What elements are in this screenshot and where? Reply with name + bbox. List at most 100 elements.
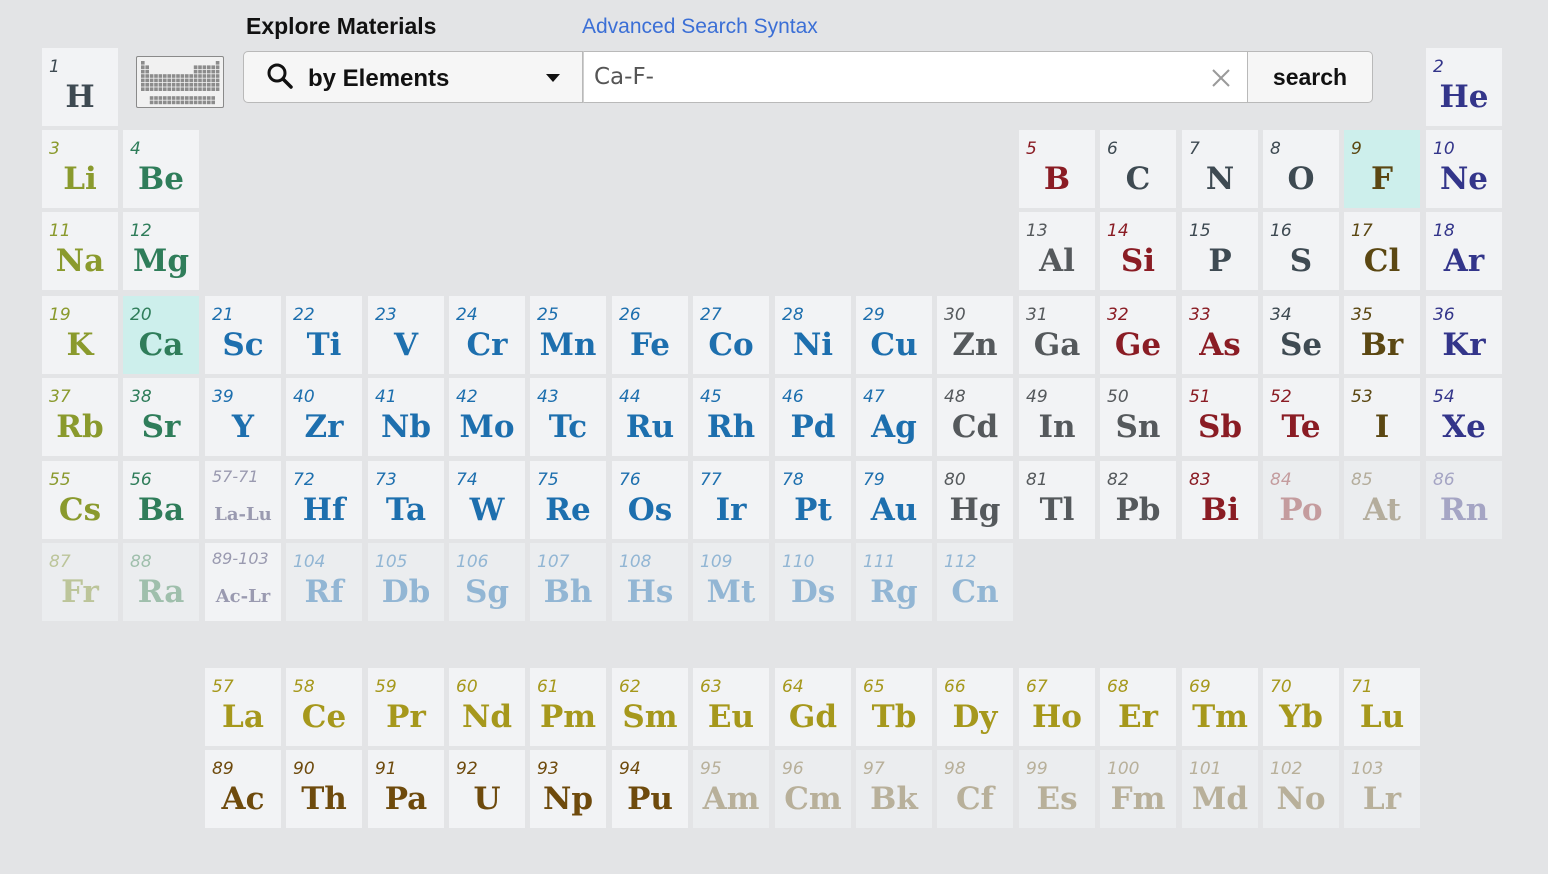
element-cell-lr[interactable]: 103 Lr xyxy=(1344,750,1420,828)
element-cell-br[interactable]: 35 Br xyxy=(1344,296,1420,374)
element-cell-bh[interactable]: 107 Bh xyxy=(530,543,606,621)
element-cell-zn[interactable]: 30 Zn xyxy=(937,296,1013,374)
element-cell-in[interactable]: 49 In xyxy=(1019,378,1095,456)
element-cell-se[interactable]: 34 Se xyxy=(1263,296,1339,374)
element-cell-md[interactable]: 101 Md xyxy=(1182,750,1258,828)
element-cell-er[interactable]: 68 Er xyxy=(1100,668,1176,746)
element-cell-fr[interactable]: 87 Fr xyxy=(42,543,118,621)
element-cell-ba[interactable]: 56 Ba xyxy=(123,461,199,539)
element-cell-b[interactable]: 5B xyxy=(1019,130,1095,208)
element-cell-es[interactable]: 99 Es xyxy=(1019,750,1095,828)
element-cell-pd[interactable]: 46 Pd xyxy=(775,378,851,456)
element-cell-ni[interactable]: 28 Ni xyxy=(775,296,851,374)
element-cell-rb[interactable]: 37 Rb xyxy=(42,378,118,456)
element-cell-i[interactable]: 53 I xyxy=(1344,378,1420,456)
element-cell-la-lu[interactable]: 57-71 La-Lu xyxy=(205,461,281,539)
element-cell-ho[interactable]: 67 Ho xyxy=(1019,668,1095,746)
element-cell-ac-lr[interactable]: 89-103 Ac-Lr xyxy=(205,543,281,621)
element-cell-he[interactable]: 2 He xyxy=(1426,48,1502,126)
element-cell-rg[interactable]: 111 Rg xyxy=(856,543,932,621)
element-cell-ge[interactable]: 32 Ge xyxy=(1100,296,1176,374)
element-cell-li[interactable]: 3 Li xyxy=(42,130,118,208)
element-cell-lu[interactable]: 71 Lu xyxy=(1344,668,1420,746)
element-cell-re[interactable]: 75 Re xyxy=(530,461,606,539)
element-cell-pu[interactable]: 94 Pu xyxy=(612,750,688,828)
element-cell-ac[interactable]: 89 Ac xyxy=(205,750,281,828)
element-cell-f[interactable]: 9F xyxy=(1344,130,1420,208)
element-cell-ag[interactable]: 47 Ag xyxy=(856,378,932,456)
element-cell-mt[interactable]: 109 Mt xyxy=(693,543,769,621)
element-cell-ta[interactable]: 73 Ta xyxy=(368,461,444,539)
element-cell-te[interactable]: 52 Te xyxy=(1263,378,1339,456)
element-cell-nb[interactable]: 41 Nb xyxy=(368,378,444,456)
element-cell-sr[interactable]: 38 Sr xyxy=(123,378,199,456)
element-cell-rh[interactable]: 45 Rh xyxy=(693,378,769,456)
element-cell-fe[interactable]: 26 Fe xyxy=(612,296,688,374)
element-cell-k[interactable]: 19 K xyxy=(42,296,118,374)
element-cell-gd[interactable]: 64 Gd xyxy=(775,668,851,746)
element-cell-nd[interactable]: 60 Nd xyxy=(449,668,525,746)
element-cell-na[interactable]: 11 Na xyxy=(42,212,118,290)
element-cell-mg[interactable]: 12 Mg xyxy=(123,212,199,290)
element-cell-cn[interactable]: 112 Cn xyxy=(937,543,1013,621)
element-cell-hs[interactable]: 108 Hs xyxy=(612,543,688,621)
element-cell-ti[interactable]: 22 Ti xyxy=(286,296,362,374)
element-cell-s[interactable]: 16 S xyxy=(1263,212,1339,290)
element-cell-au[interactable]: 79 Au xyxy=(856,461,932,539)
element-cell-ga[interactable]: 31 Ga xyxy=(1019,296,1095,374)
element-cell-pb[interactable]: 82 Pb xyxy=(1100,461,1176,539)
element-cell-tl[interactable]: 81 Tl xyxy=(1019,461,1095,539)
element-cell-yb[interactable]: 70 Yb xyxy=(1263,668,1339,746)
element-cell-os[interactable]: 76 Os xyxy=(612,461,688,539)
element-cell-at[interactable]: 85 At xyxy=(1344,461,1420,539)
element-cell-np[interactable]: 93 Np xyxy=(530,750,606,828)
element-cell-dy[interactable]: 66 Dy xyxy=(937,668,1013,746)
element-cell-p[interactable]: 15 P xyxy=(1182,212,1258,290)
element-cell-as[interactable]: 33 As xyxy=(1182,296,1258,374)
element-cell-fm[interactable]: 100 Fm xyxy=(1100,750,1176,828)
element-cell-o[interactable]: 8O xyxy=(1263,130,1339,208)
element-cell-co[interactable]: 27 Co xyxy=(693,296,769,374)
element-cell-sb[interactable]: 51 Sb xyxy=(1182,378,1258,456)
element-cell-eu[interactable]: 63 Eu xyxy=(693,668,769,746)
element-cell-tc[interactable]: 43 Tc xyxy=(530,378,606,456)
element-cell-cl[interactable]: 17 Cl xyxy=(1344,212,1420,290)
element-cell-ce[interactable]: 58 Ce xyxy=(286,668,362,746)
element-cell-kr[interactable]: 36 Kr xyxy=(1426,296,1502,374)
element-cell-ds[interactable]: 110 Ds xyxy=(775,543,851,621)
element-cell-xe[interactable]: 54 Xe xyxy=(1426,378,1502,456)
element-cell-zr[interactable]: 40 Zr xyxy=(286,378,362,456)
element-cell-ra[interactable]: 88 Ra xyxy=(123,543,199,621)
element-cell-ir[interactable]: 77 Ir xyxy=(693,461,769,539)
element-cell-pt[interactable]: 78 Pt xyxy=(775,461,851,539)
element-cell-rn[interactable]: 86 Rn xyxy=(1426,461,1502,539)
element-cell-w[interactable]: 74 W xyxy=(449,461,525,539)
element-cell-cd[interactable]: 48 Cd xyxy=(937,378,1013,456)
element-cell-am[interactable]: 95 Am xyxy=(693,750,769,828)
element-cell-th[interactable]: 90 Th xyxy=(286,750,362,828)
element-cell-ru[interactable]: 44 Ru xyxy=(612,378,688,456)
element-cell-u[interactable]: 92 U xyxy=(449,750,525,828)
element-cell-sg[interactable]: 106 Sg xyxy=(449,543,525,621)
element-cell-sc[interactable]: 21 Sc xyxy=(205,296,281,374)
element-cell-cu[interactable]: 29 Cu xyxy=(856,296,932,374)
element-cell-n[interactable]: 7N xyxy=(1182,130,1258,208)
element-cell-c[interactable]: 6C xyxy=(1100,130,1176,208)
element-cell-cr[interactable]: 24 Cr xyxy=(449,296,525,374)
element-cell-cm[interactable]: 96 Cm xyxy=(775,750,851,828)
element-cell-cf[interactable]: 98 Cf xyxy=(937,750,1013,828)
element-cell-hf[interactable]: 72 Hf xyxy=(286,461,362,539)
element-cell-bi[interactable]: 83 Bi xyxy=(1182,461,1258,539)
element-cell-po[interactable]: 84 Po xyxy=(1263,461,1339,539)
element-cell-be[interactable]: 4 Be xyxy=(123,130,199,208)
element-cell-cs[interactable]: 55 Cs xyxy=(42,461,118,539)
element-cell-sm[interactable]: 62 Sm xyxy=(612,668,688,746)
element-cell-pa[interactable]: 91 Pa xyxy=(368,750,444,828)
element-cell-tm[interactable]: 69 Tm xyxy=(1182,668,1258,746)
element-cell-mo[interactable]: 42 Mo xyxy=(449,378,525,456)
element-cell-tb[interactable]: 65 Tb xyxy=(856,668,932,746)
element-cell-no[interactable]: 102 No xyxy=(1263,750,1339,828)
element-cell-y[interactable]: 39 Y xyxy=(205,378,281,456)
element-cell-mn[interactable]: 25 Mn xyxy=(530,296,606,374)
element-cell-rf[interactable]: 104 Rf xyxy=(286,543,362,621)
